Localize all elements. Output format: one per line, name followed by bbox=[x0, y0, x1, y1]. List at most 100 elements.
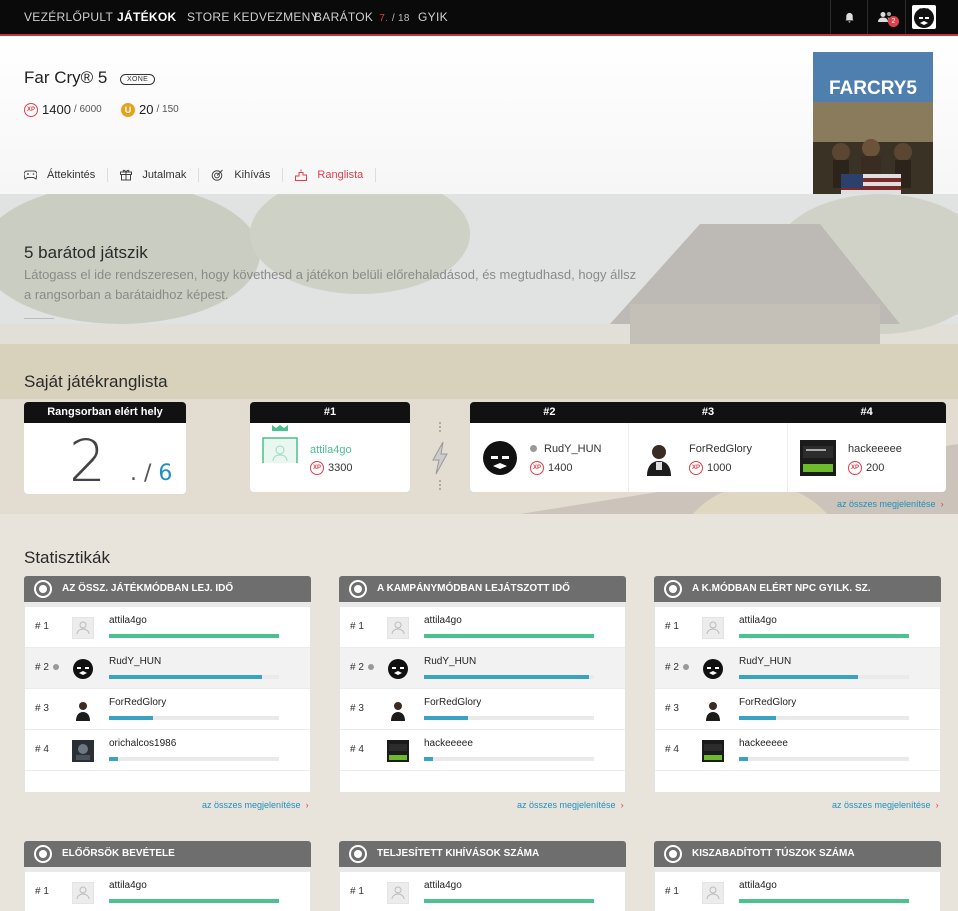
stat-row-progress-fill bbox=[109, 716, 154, 720]
stat-row[interactable]: # 3 ForRedGlory bbox=[655, 689, 940, 730]
view-all-label: az összes megjelenítése bbox=[202, 800, 301, 810]
stat-row-progress-track bbox=[109, 675, 279, 679]
place-2-slot[interactable]: RudY_HUN XP 1400 bbox=[470, 423, 629, 492]
stat-row[interactable]: # 2 RudY_HUN bbox=[655, 648, 940, 689]
stat-badge-icon bbox=[664, 580, 682, 598]
xp-icon: XP bbox=[530, 461, 544, 475]
stat-row-position: # 1 bbox=[350, 621, 364, 632]
place-4-avatar bbox=[800, 440, 836, 476]
user-avatar[interactable] bbox=[912, 5, 936, 29]
stat-panel-body: # 1 attila4go bbox=[339, 867, 626, 911]
tab-rewards[interactable]: Jutalmak bbox=[120, 168, 200, 182]
view-all-label: az összes megjelenítése bbox=[517, 800, 616, 810]
stat-view-all-link[interactable]: az összes megjelenítése › bbox=[832, 800, 939, 810]
stat-row-progress-track bbox=[424, 675, 594, 679]
stat-row[interactable]: # 1 attila4go bbox=[25, 607, 310, 648]
stat-row[interactable]: # 4 hackeeeee bbox=[655, 730, 940, 771]
u-progress: U 20 / 150 bbox=[121, 102, 179, 117]
stat-row-avatar bbox=[387, 740, 409, 762]
stat-row-position-wrap: # 1 bbox=[35, 621, 49, 632]
nav-dashboard[interactable]: VEZÉRLŐPULT bbox=[24, 0, 113, 34]
stat-row-progress-fill bbox=[739, 634, 909, 638]
stat-row-name: attila4go bbox=[109, 615, 147, 626]
stat-row-progress-fill bbox=[424, 757, 433, 761]
nav-games[interactable]: JÁTÉKOK bbox=[117, 0, 176, 34]
first-place-body: attila4go XP 3300 bbox=[250, 423, 410, 492]
stat-row-avatar bbox=[386, 616, 410, 640]
game-title: Far Cry® 5 bbox=[24, 68, 108, 87]
nav-friends[interactable]: BARÁTOK 7. / 18 bbox=[314, 0, 410, 34]
place-2-xp: XP 1400 bbox=[530, 461, 572, 475]
stat-row-progress-fill bbox=[739, 899, 909, 903]
stat-row-position-wrap: # 3 bbox=[350, 703, 364, 714]
stat-panel-header[interactable]: A KAMPÁNYMÓDBAN LEJÁTSZOTT IDŐ bbox=[339, 576, 626, 602]
stat-view-all-link[interactable]: az összes megjelenítése › bbox=[202, 800, 309, 810]
stat-row-progress-track bbox=[109, 757, 279, 761]
stat-row-position-wrap: # 4 bbox=[350, 744, 364, 755]
stat-panel-body: # 1 attila4go # 2 RudY_HUN # 3 ForRedGlory # 4… bbox=[339, 602, 626, 793]
stat-panel-header[interactable]: AZ ÖSSZ. JÁTÉKMÓDBAN LEJ. IDŐ bbox=[24, 576, 311, 602]
stat-row-progress-track bbox=[424, 716, 594, 720]
stat-row-progress-track bbox=[739, 899, 909, 903]
stat-panel-body: # 1 attila4go bbox=[24, 867, 311, 911]
stat-row[interactable]: # 1 attila4go bbox=[655, 607, 940, 648]
nav-store-deals[interactable]: STORE KEDVEZMENY bbox=[187, 0, 319, 34]
stat-row[interactable]: # 2 RudY_HUN bbox=[25, 648, 310, 689]
stat-view-all-link[interactable]: az összes megjelenítése › bbox=[517, 800, 624, 810]
stat-panel-header[interactable]: A K.MÓDBAN ELÉRT NPC GYILK. SZ. bbox=[654, 576, 941, 602]
stat-panel: ELŐŐRSÖK BEVÉTELE # 1 attila4go bbox=[24, 841, 311, 911]
place-3-slot[interactable]: ForRedGlory XP 1000 bbox=[629, 423, 788, 492]
first-place-xp: XP 3300 bbox=[310, 461, 352, 475]
place-4-xp: XP 200 bbox=[848, 461, 884, 475]
top-nav: VEZÉRLŐPULT JÁTÉKOK STORE KEDVEZMENY BAR… bbox=[0, 0, 958, 36]
nav-faq[interactable]: GYIK bbox=[418, 0, 448, 34]
bell-icon[interactable] bbox=[831, 0, 867, 34]
stat-panel: A K.MÓDBAN ELÉRT NPC GYILK. SZ. # 1 attila… bbox=[654, 576, 941, 793]
tab-challenge[interactable]: Kihívás bbox=[211, 168, 284, 182]
tab-leaderboard[interactable]: Ranglista bbox=[295, 168, 377, 182]
stat-row[interactable]: # 2 RudY_HUN bbox=[340, 648, 625, 689]
stat-row-progress-fill bbox=[739, 716, 777, 720]
place-4-slot[interactable]: hackeeeee XP 200 bbox=[788, 423, 946, 492]
stat-panel: KISZABADÍTOTT TÚSZOK SZÁMA # 1 attila4go bbox=[654, 841, 941, 911]
first-place-card[interactable]: #1 attila4go XP 3300 bbox=[250, 402, 410, 492]
stat-panel-title: ELŐŐRSÖK BEVÉTELE bbox=[62, 848, 175, 859]
stat-panel-header[interactable]: KISZABADÍTOTT TÚSZOK SZÁMA bbox=[654, 841, 941, 867]
xp-current: 1400 bbox=[42, 102, 71, 117]
xp-icon: XP bbox=[310, 461, 324, 475]
leaderboard-view-all-link[interactable]: az összes megjelenítése › bbox=[837, 499, 944, 509]
view-all-label: az összes megjelenítése bbox=[837, 499, 936, 509]
target-icon bbox=[211, 169, 224, 181]
other-places-card: #2 #3 #4 RudY_HUN XP 1400 ForRedGlory XP 1… bbox=[470, 402, 946, 492]
gift-icon bbox=[120, 169, 133, 181]
xp-total: / 6000 bbox=[73, 104, 102, 115]
stat-panel-header[interactable]: TELJESÍTETT KIHÍVÁSOK SZÁMA bbox=[339, 841, 626, 867]
stat-row-progress-fill bbox=[424, 675, 589, 679]
stat-panel-title: AZ ÖSSZ. JÁTÉKMÓDBAN LEJ. IDŐ bbox=[62, 583, 234, 594]
first-place-xp-value: 3300 bbox=[328, 462, 353, 474]
stat-row[interactable]: # 3 ForRedGlory bbox=[25, 689, 310, 730]
rank-of-total: . / 6 bbox=[130, 461, 172, 486]
friend-requests-icon[interactable]: 2 bbox=[868, 0, 904, 34]
place-2-header: #2 bbox=[543, 406, 556, 418]
own-leaderboard-title: Saját játékranglista bbox=[24, 372, 168, 391]
stat-row[interactable]: # 1 attila4go bbox=[340, 872, 625, 911]
stat-row[interactable]: # 1 attila4go bbox=[655, 872, 940, 911]
stat-row[interactable]: # 3 ForRedGlory bbox=[340, 689, 625, 730]
stat-row-name: attila4go bbox=[424, 615, 462, 626]
stat-row-name: ForRedGlory bbox=[739, 697, 797, 708]
stat-row[interactable]: # 1 attila4go bbox=[340, 607, 625, 648]
current-user-indicator bbox=[682, 664, 689, 671]
stat-panel-body: # 1 attila4go bbox=[654, 867, 941, 911]
friends-online-count: 7. bbox=[379, 13, 389, 24]
stat-row[interactable]: # 4 hackeeeee bbox=[340, 730, 625, 771]
stat-row[interactable]: # 1 attila4go bbox=[25, 872, 310, 911]
stat-row-position: # 1 bbox=[665, 886, 679, 897]
stat-row-avatar bbox=[387, 699, 409, 721]
tab-rewards-label: Jutalmak bbox=[142, 169, 187, 181]
stat-row-position: # 2 bbox=[665, 662, 679, 673]
stat-row[interactable]: # 4 orichalcos1986 bbox=[25, 730, 310, 771]
tab-overview[interactable]: Áttekintés bbox=[24, 168, 109, 182]
tab-challenge-label: Kihívás bbox=[234, 169, 271, 181]
stat-panel-header[interactable]: ELŐŐRSÖK BEVÉTELE bbox=[24, 841, 311, 867]
